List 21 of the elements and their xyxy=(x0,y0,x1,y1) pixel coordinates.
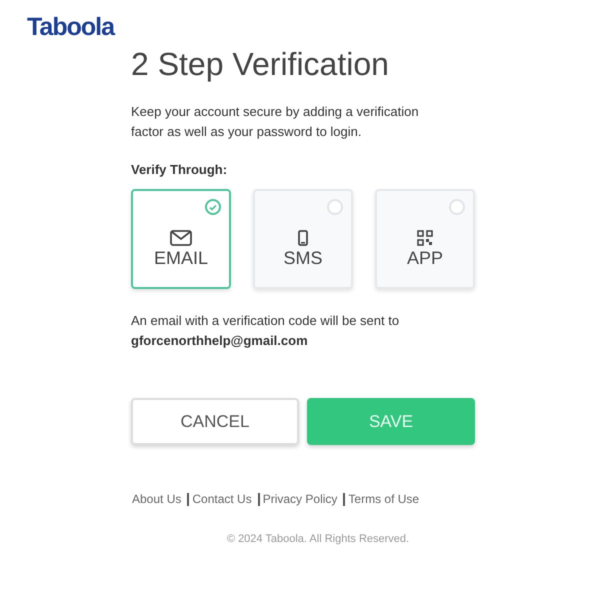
check-icon xyxy=(205,199,221,215)
footer-link[interactable]: Terms of Use xyxy=(343,493,424,506)
radio-icon xyxy=(327,199,343,215)
footer-link[interactable]: About Us xyxy=(131,493,186,506)
radio-icon xyxy=(449,199,465,215)
page-title: 2 Step Verification xyxy=(131,46,389,82)
cancel-button[interactable]: CANCEL xyxy=(131,398,299,445)
description: Keep your account secure by adding a verification factor as well as your password to login. xyxy=(131,103,420,141)
verify-label: Verify Through: xyxy=(131,162,228,177)
email-address: gforcenorthhelp@gmail.com xyxy=(131,332,308,350)
method-option[interactable]: EMAIL xyxy=(131,189,231,289)
qr-code-icon xyxy=(417,230,433,246)
method-option[interactable]: APP xyxy=(375,189,475,289)
phone-icon xyxy=(298,230,308,246)
copyright: © 2024 Taboola. All Rights Reserved. xyxy=(226,533,410,545)
footer-link[interactable]: Privacy Policy xyxy=(258,493,342,506)
notice-text: An email with a verification code will be sent to xyxy=(131,312,400,330)
footer-link[interactable]: Contact Us xyxy=(187,493,256,506)
logo: Taboola xyxy=(27,14,114,40)
method-option[interactable]: SMS xyxy=(253,189,353,289)
envelope-icon xyxy=(170,230,192,246)
